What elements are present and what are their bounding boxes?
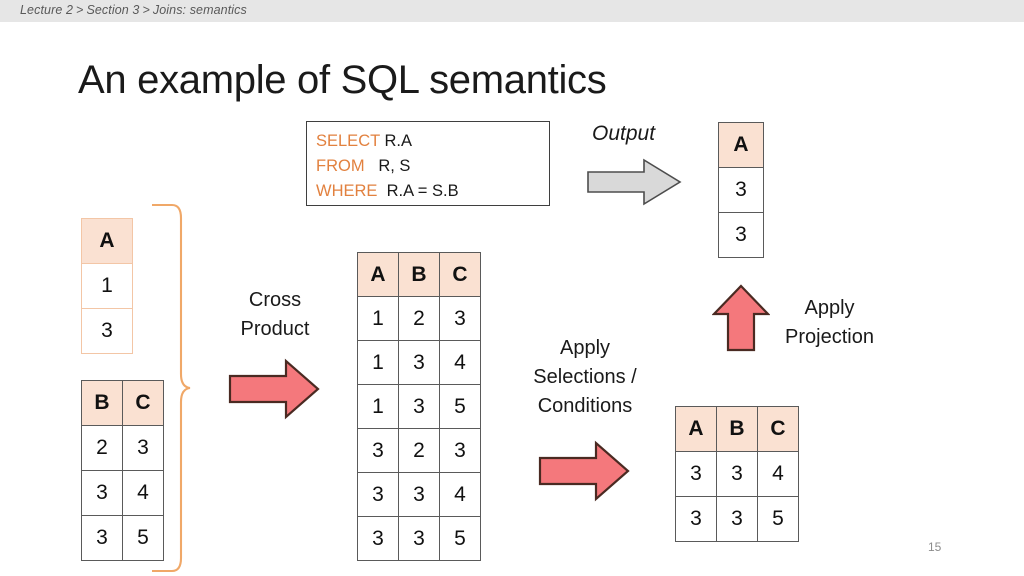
table-cell: 1 — [357, 340, 399, 385]
table-row: 334 — [675, 451, 799, 497]
table-cell: 3 — [675, 451, 717, 497]
column-header: A — [718, 122, 764, 168]
sql-line-from: FROM R, S — [316, 154, 549, 179]
table-cell: 3 — [398, 340, 440, 385]
column-header: A — [675, 406, 717, 452]
cross-product-arrow-icon — [228, 358, 320, 420]
sql-keyword-select: SELECT — [316, 132, 380, 150]
table-row: 323 — [357, 428, 481, 473]
table-cell: 3 — [357, 428, 399, 473]
table-cell: 3 — [81, 308, 133, 354]
column-header: A — [81, 218, 133, 264]
table-row: 334 — [357, 472, 481, 517]
output-table: A33 — [718, 122, 764, 258]
table-cell: 3 — [716, 496, 758, 542]
sql-line-select: SELECT R.A — [316, 129, 549, 154]
table-cell: 3 — [398, 516, 440, 561]
table-cell: 4 — [439, 472, 481, 517]
breadcrumb-item-section: Section 3 — [86, 3, 140, 17]
table-cell: 5 — [757, 496, 799, 542]
label-cross-product-line1: Cross — [248, 289, 302, 311]
table-row: 335 — [675, 496, 799, 542]
sql-where-condition: R.A = S.B — [377, 182, 459, 200]
breadcrumb-separator-2: > — [142, 3, 150, 17]
table-cell: 3 — [439, 428, 481, 473]
table-row: 3 — [718, 212, 764, 258]
table-header-row: A — [81, 218, 133, 264]
table-cell: 3 — [357, 516, 399, 561]
table-cell: 3 — [81, 470, 123, 516]
label-apply-projection-line1: Apply — [804, 297, 855, 319]
table-cell: 3 — [398, 472, 440, 517]
relation-r-table: A13 — [81, 218, 133, 354]
apply-selections-arrow-icon — [538, 440, 630, 502]
label-apply-selections-line1: Apply — [559, 337, 611, 359]
label-apply-selections-line2: Selections / — [533, 366, 637, 388]
page-number: 15 — [928, 540, 942, 554]
page-title: An example of SQL semantics — [78, 58, 607, 102]
table-cell: 5 — [439, 516, 481, 561]
output-arrow-icon — [587, 158, 682, 206]
column-header: C — [439, 252, 481, 297]
table-cell: 3 — [718, 167, 764, 213]
sql-select-columns: R.A — [379, 132, 412, 150]
table-cell: 3 — [675, 496, 717, 542]
table-row: 335 — [357, 516, 481, 561]
table-cell: 3 — [716, 451, 758, 497]
column-header: B — [398, 252, 440, 297]
table-row: 3 — [718, 167, 764, 213]
column-header: C — [757, 406, 799, 452]
table-cell: 1 — [357, 384, 399, 429]
label-apply-projection-line2: Projection — [785, 326, 874, 348]
column-header: B — [716, 406, 758, 452]
table-cell: 3 — [398, 384, 440, 429]
table-header-row: ABC — [357, 252, 481, 297]
table-row: 3 — [81, 308, 133, 354]
column-header: B — [81, 380, 123, 426]
table-header-row: ABC — [675, 406, 799, 452]
table-cell: 5 — [439, 384, 481, 429]
apply-projection-arrow-icon — [712, 284, 770, 352]
table-row: 1 — [81, 263, 133, 309]
table-cell: 3 — [718, 212, 764, 258]
table-cell: 2 — [398, 428, 440, 473]
breadcrumb-item-lecture: Lecture 2 — [20, 3, 74, 17]
table-cell: 4 — [439, 340, 481, 385]
table-row: 123 — [357, 296, 481, 341]
breadcrumb-item-topic: Joins: semantics — [152, 3, 247, 17]
table-cell: 3 — [81, 515, 123, 561]
sql-keyword-where: WHERE — [316, 182, 378, 200]
sql-query-box: SELECT R.A FROM R, S WHERE R.A = S.B — [306, 121, 550, 206]
table-cell: 3 — [357, 472, 399, 517]
breadcrumb: Lecture 2 > Section 3 > Joins: semantics — [20, 3, 247, 17]
output-body: A33 — [718, 122, 764, 258]
label-cross-product: Cross Product — [210, 286, 340, 344]
table-cell: 1 — [81, 263, 133, 309]
breadcrumb-separator-1: > — [76, 3, 84, 17]
label-output: Output — [592, 122, 656, 145]
sql-keyword-from: FROM — [316, 157, 365, 175]
cross-product-body: ABC123134135323334335 — [357, 252, 481, 561]
table-header-row: A — [718, 122, 764, 168]
label-apply-selections: Apply Selections / Conditions — [510, 334, 660, 421]
table-cell: 2 — [398, 296, 440, 341]
label-apply-projection: Apply Projection — [762, 294, 897, 352]
after-selection-table: ABC334335 — [675, 406, 799, 542]
table-row: 134 — [357, 340, 481, 385]
after-selection-body: ABC334335 — [675, 406, 799, 542]
cross-product-table: ABC123134135323334335 — [357, 252, 481, 561]
label-apply-selections-line3: Conditions — [537, 395, 633, 417]
sql-from-tables: R, S — [364, 157, 411, 175]
grouping-brace-icon — [152, 203, 191, 573]
table-cell: 1 — [357, 296, 399, 341]
relation-r-body: A13 — [81, 218, 133, 354]
label-cross-product-line2: Product — [240, 318, 310, 340]
table-row: 135 — [357, 384, 481, 429]
table-cell: 4 — [757, 451, 799, 497]
table-cell: 3 — [439, 296, 481, 341]
sql-line-where: WHERE R.A = S.B — [316, 179, 549, 204]
table-cell: 2 — [81, 425, 123, 471]
column-header: A — [357, 252, 399, 297]
